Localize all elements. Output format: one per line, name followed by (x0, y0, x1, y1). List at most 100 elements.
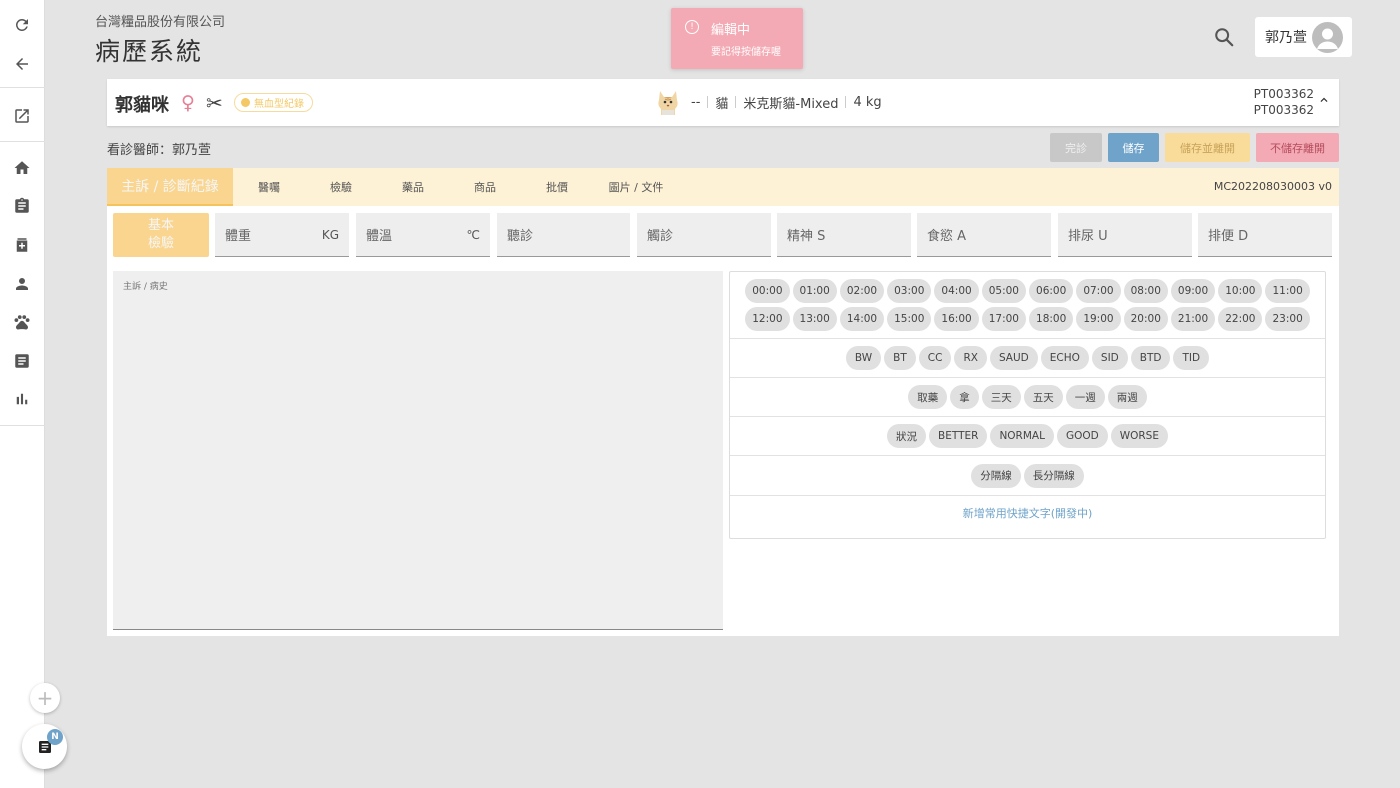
action-chip[interactable]: 三天 (981, 385, 1021, 409)
person-icon[interactable] (10, 272, 34, 296)
time-chip[interactable]: 14:00 (839, 307, 885, 331)
status-chip[interactable]: NORMAL (990, 424, 1054, 448)
page-title: 病歷系統 (95, 37, 204, 66)
add-icon[interactable]: + (30, 683, 60, 713)
time-chip[interactable]: 16:00 (934, 307, 979, 331)
appetite-field[interactable]: 食慾 A (917, 213, 1051, 257)
abbrev-chip[interactable]: TID (1173, 346, 1210, 370)
user-menu[interactable]: 郭乃萱 (1255, 17, 1352, 57)
time-chips-row: 00:00 01:00 02:00 03:00 04:00 05:00 06:00 07:00… (730, 272, 1325, 339)
save-and-leave-button[interactable]: 儲存並離開 (1165, 133, 1250, 162)
chevron-up-icon[interactable] (1317, 93, 1331, 107)
field-unit: ℃ (466, 227, 480, 242)
tab-images-docs[interactable]: 圖片 / 文件 (593, 168, 679, 206)
tab-lab[interactable]: 檢驗 (305, 168, 377, 206)
auscultation-field[interactable]: 聽診 (497, 213, 630, 257)
time-chip[interactable]: 11:00 (1265, 279, 1310, 303)
finish-visit-button[interactable]: 完診 (1050, 133, 1102, 162)
time-chip[interactable]: 13:00 (792, 307, 837, 331)
complaint-history-textarea[interactable]: 主訴 / 病史 (113, 271, 723, 630)
time-chip[interactable]: 15:00 (887, 307, 932, 331)
left-rail: + N (0, 0, 67, 788)
time-chip[interactable]: 04:00 (934, 279, 979, 303)
tab-pricing[interactable]: 批價 (521, 168, 593, 206)
status-chip[interactable]: 狀況 (887, 424, 927, 448)
status-chip[interactable]: GOOD (1056, 424, 1108, 448)
blood-drop-icon (241, 98, 250, 107)
time-chip[interactable]: 00:00 (745, 279, 790, 303)
search-icon[interactable] (1213, 26, 1235, 48)
divider-chip[interactable]: 長分隔線 (1023, 463, 1084, 488)
time-chip[interactable]: 05:00 (981, 279, 1026, 303)
time-chip[interactable]: 12:00 (745, 307, 790, 331)
action-chip[interactable]: 兩週 (1107, 385, 1147, 409)
bar-chart-icon[interactable] (10, 387, 34, 411)
abbrev-chip[interactable]: CC (918, 346, 952, 370)
record-tabs: 主訴 / 診斷紀錄 醫囑 檢驗 藥品 商品 批價 圖片 / 文件 MC20220… (107, 168, 1339, 206)
status-chip[interactable]: WORSE (1110, 424, 1168, 448)
time-chip[interactable]: 03:00 (887, 279, 932, 303)
defecation-field[interactable]: 排便 D (1198, 213, 1332, 257)
divider-chip[interactable]: 分隔線 (971, 463, 1021, 488)
time-chip[interactable]: 06:00 (1029, 279, 1074, 303)
notes-fab-button[interactable]: N (22, 724, 67, 769)
blood-type-label: 無血型紀錄 (254, 99, 304, 110)
patient-id: PT003362 (1253, 87, 1314, 101)
avatar (1312, 22, 1343, 53)
time-chip[interactable]: 23:00 (1265, 307, 1310, 331)
tab-products[interactable]: 商品 (449, 168, 521, 206)
tab-complaint-diagnosis[interactable]: 主訴 / 診斷紀錄 (107, 168, 233, 206)
spirit-field[interactable]: 精神 S (777, 213, 911, 257)
abbrev-chip[interactable]: ECHO (1040, 346, 1089, 370)
add-quick-text-link[interactable]: 新增常用快捷文字(開發中) (730, 505, 1325, 521)
tab-drugs[interactable]: 藥品 (377, 168, 449, 206)
time-chip[interactable]: 18:00 (1029, 307, 1074, 331)
time-chip[interactable]: 21:00 (1170, 307, 1216, 331)
leave-without-save-button[interactable]: 不儲存離開 (1256, 133, 1339, 162)
time-chip[interactable]: 19:00 (1076, 307, 1121, 331)
quick-text-panel: 00:00 01:00 02:00 03:00 04:00 05:00 06:00 07:00… (729, 271, 1326, 539)
blood-type-badge[interactable]: 無血型紀錄 (234, 93, 313, 112)
temperature-field[interactable]: 體溫 ℃ (356, 213, 490, 257)
document-icon[interactable] (10, 349, 34, 373)
time-chip[interactable]: 20:00 (1123, 307, 1168, 331)
action-chip[interactable]: 五天 (1023, 385, 1063, 409)
abbrev-chip[interactable]: BT (884, 346, 916, 370)
time-chip[interactable]: 10:00 (1218, 279, 1263, 303)
clipboard-icon[interactable] (10, 194, 34, 218)
time-chip[interactable]: 02:00 (839, 279, 885, 303)
time-chip[interactable]: 07:00 (1076, 279, 1121, 303)
open-external-icon[interactable] (10, 104, 34, 128)
tab-orders[interactable]: 醫囑 (233, 168, 305, 206)
rail-divider (0, 87, 45, 88)
patient-species: 貓 (715, 96, 729, 112)
palpation-field[interactable]: 觸診 (637, 213, 771, 257)
abbrev-chip[interactable]: BW (845, 346, 882, 370)
paw-icon[interactable] (10, 310, 34, 334)
abbrev-chip[interactable]: SAUD (989, 346, 1038, 370)
abbrev-chip[interactable]: RX (954, 346, 987, 370)
save-button[interactable]: 儲存 (1108, 133, 1159, 162)
home-icon[interactable] (10, 156, 34, 180)
medicine-icon[interactable] (10, 233, 34, 257)
back-arrow-icon[interactable] (10, 52, 34, 76)
info-divider (707, 96, 709, 108)
urination-field[interactable]: 排尿 U (1058, 213, 1192, 257)
alert-circle-icon: ! (685, 20, 699, 34)
status-chip[interactable]: BETTER (929, 424, 988, 448)
refresh-icon[interactable] (10, 13, 34, 37)
basic-exam-label[interactable]: 基本 檢驗 (113, 213, 209, 257)
time-chip[interactable]: 09:00 (1170, 279, 1216, 303)
action-chip[interactable]: 取藥 (908, 385, 948, 409)
field-label: 觸診 (647, 229, 674, 244)
abbrev-chip[interactable]: SID (1091, 346, 1128, 370)
time-chip[interactable]: 08:00 (1123, 279, 1168, 303)
time-chip[interactable]: 17:00 (981, 307, 1026, 331)
time-chip[interactable]: 01:00 (792, 279, 837, 303)
time-chip[interactable]: 22:00 (1218, 307, 1263, 331)
abbrev-chip[interactable]: BTD (1130, 346, 1171, 370)
weight-field[interactable]: 體重 KG (215, 213, 349, 257)
action-chip[interactable]: 拿 (950, 385, 979, 409)
toast-title: 編輯中 (711, 23, 751, 38)
action-chip[interactable]: 一週 (1065, 385, 1105, 409)
